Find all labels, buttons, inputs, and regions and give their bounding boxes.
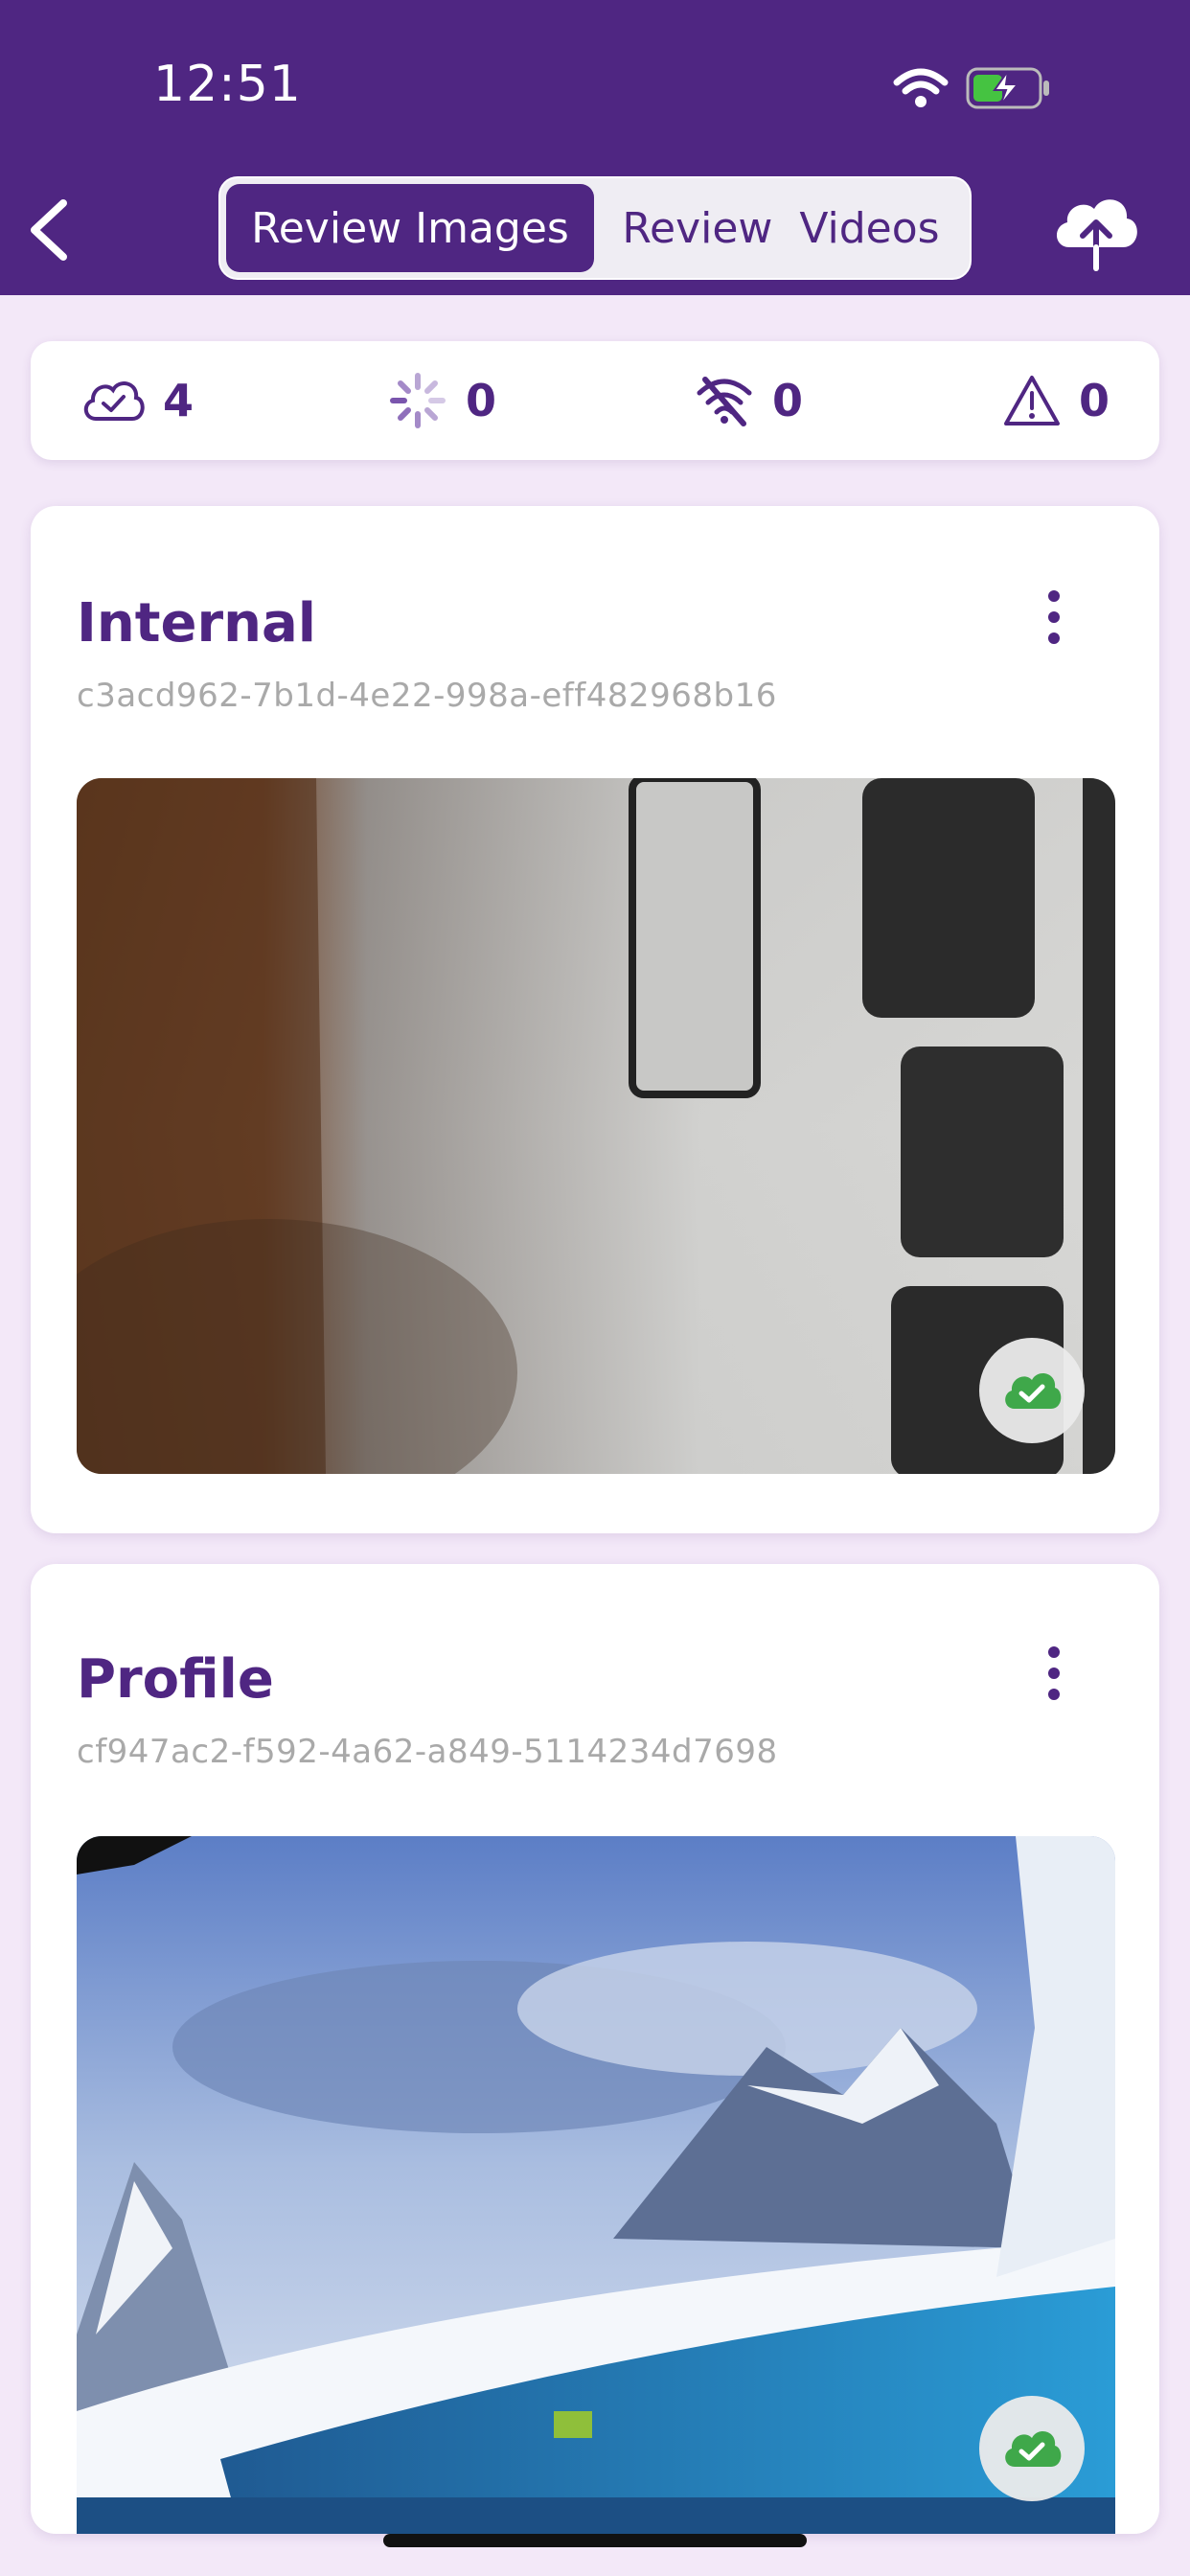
stat-pending: 0	[387, 370, 496, 431]
stat-offline-value: 0	[772, 375, 804, 426]
card-id: c3acd962-7b1d-4e22-998a-eff482968b16	[77, 677, 777, 715]
tab-review-images[interactable]: Review Images	[226, 184, 594, 272]
stat-failed-value: 0	[1079, 375, 1110, 426]
laptop-photo	[77, 778, 1115, 1474]
battery-icon	[966, 67, 1049, 109]
media-thumbnail[interactable]	[77, 1836, 1115, 2534]
card-title: Internal	[77, 592, 316, 655]
stat-pending-value: 0	[466, 375, 497, 426]
stat-failed: 0	[1002, 370, 1110, 431]
media-card: Internal c3acd962-7b1d-4e22-998a-eff4829…	[31, 506, 1159, 1533]
upload-status-badge	[979, 1338, 1085, 1443]
more-options-button[interactable]	[1035, 1643, 1073, 1710]
card-title: Profile	[77, 1648, 274, 1711]
app-header: 12:51 Review Images Review Videos	[0, 0, 1190, 295]
review-tabs: Review Images Review Videos	[218, 176, 972, 280]
stat-uploaded: 4	[80, 370, 194, 431]
cloud-check-icon	[1005, 2431, 1062, 2467]
tab-review-videos[interactable]: Review Videos	[594, 184, 968, 272]
more-vertical-icon	[1048, 590, 1060, 644]
back-button[interactable]	[19, 192, 86, 268]
cloud-check-icon	[1005, 1373, 1062, 1409]
more-options-button[interactable]	[1035, 586, 1073, 654]
stat-uploaded-value: 4	[163, 375, 195, 426]
media-card: Profile cf947ac2-f592-4a62-a849-5114234d…	[31, 1564, 1159, 2534]
wifi-off-icon	[697, 377, 752, 426]
warning-icon	[1004, 376, 1060, 426]
cloud-upload-icon	[1056, 199, 1137, 271]
card-id: cf947ac2-f592-4a62-a849-5114234d7698	[77, 1733, 778, 1771]
landscape-photo	[77, 1836, 1115, 2534]
chevron-left-icon	[31, 199, 67, 261]
home-indicator	[383, 2534, 807, 2547]
stat-offline: 0	[694, 370, 803, 431]
more-vertical-icon	[1048, 1646, 1060, 1700]
upload-button[interactable]	[1048, 188, 1144, 274]
wifi-icon	[893, 68, 949, 107]
media-thumbnail[interactable]	[77, 778, 1115, 1474]
status-time: 12:51	[153, 56, 302, 113]
upload-stats-card: 4 0 0 0	[31, 341, 1159, 460]
cloud-check-icon	[83, 381, 145, 421]
spinner-icon	[390, 373, 446, 428]
upload-status-badge	[979, 2396, 1085, 2501]
